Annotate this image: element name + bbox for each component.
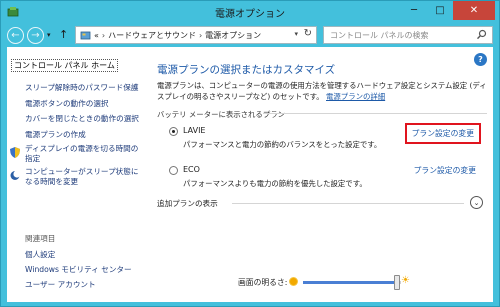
divider [232, 203, 464, 204]
moon-icon [10, 170, 20, 180]
sidebar-item-lid-close[interactable]: カバーを閉じたときの動作の選択 [25, 111, 143, 127]
plan-eco-radio[interactable] [169, 166, 178, 175]
plan-lavie-radio[interactable] [169, 127, 178, 136]
search-icon[interactable] [476, 29, 487, 40]
brightness-slider-fill [303, 281, 397, 284]
window-controls: ─ □ ✕ [401, 1, 495, 21]
sidebar-links: スリープ解除時のパスワード保護 電源ボタンの動作の選択 カバーを閉じたときの動作… [10, 80, 143, 190]
battery-meter-plans-heading: バッテリ メーターに表示されるプラン [157, 110, 285, 119]
minimize-button[interactable]: ─ [401, 1, 427, 20]
plan-lavie-name[interactable]: LAVIE [183, 126, 206, 135]
plan-eco-change-settings-link[interactable]: プラン設定の変更 [409, 162, 481, 179]
address-bar[interactable]: « › ハードウェアとサウンド › 電源オプション ▾ ↻ [75, 26, 317, 44]
address-separator: › [198, 30, 203, 40]
main-pane: ? 電源プランの選択またはカスタマイズ 電源プランは、コンピューターの電源の使用… [147, 47, 493, 302]
sun-small-icon [290, 278, 297, 285]
help-button[interactable]: ? [474, 53, 487, 66]
back-button[interactable]: ← [7, 27, 24, 44]
plan-eco-name[interactable]: ECO [183, 165, 200, 174]
see-also-links: 個人設定 Windows モビリティ センター ユーザー アカウント [25, 247, 145, 292]
control-panel-icon [80, 31, 91, 39]
see-also-user-accounts[interactable]: ユーザー アカウント [25, 277, 145, 292]
refresh-icon[interactable]: ↻ [304, 28, 312, 39]
plan-lavie-change-settings-link[interactable]: プラン設定の変更 [404, 123, 481, 144]
see-also-personalization[interactable]: 個人設定 [25, 247, 145, 262]
maximize-button[interactable]: □ [427, 1, 453, 20]
content-area: コントロール パネル ホーム スリープ解除時のパスワード保護 電源ボタンの動作の… [7, 47, 493, 302]
power-plan-details-link[interactable]: 電源プランの詳細 [326, 92, 385, 101]
sun-large-icon: ☀ [401, 275, 410, 286]
address-dropdown-icon[interactable]: ▾ [294, 30, 298, 38]
chevron-down-icon[interactable]: ⌄ [470, 196, 483, 209]
close-button[interactable]: ✕ [453, 1, 495, 20]
description-text: 電源プランは、コンピューターの電源の使用方法を管理するハードウェア設定とシステム… [157, 81, 487, 101]
plan-eco-description: パフォーマンスよりも電力の節約を優先した設定です。 [183, 179, 367, 188]
see-also-heading: 関連項目 [25, 234, 56, 243]
control-panel-home-link[interactable]: コントロール パネル ホーム [11, 59, 118, 72]
brightness-slider[interactable] [303, 275, 401, 290]
sidebar-item-create-plan[interactable]: 電源プランの作成 [25, 127, 143, 143]
sidebar-item-display-off[interactable]: ディスプレイの電源を切る時間の指定 [25, 144, 143, 164]
plan-lavie-description: パフォーマンスと電力の節約のバランスをとった設定です。 [183, 140, 382, 149]
sidebar: コントロール パネル ホーム スリープ解除時のパスワード保護 電源ボタンの動作の… [7, 47, 147, 302]
show-additional-plans-label[interactable]: 追加プランの表示 [157, 198, 218, 209]
breadcrumb-hardware-sound[interactable]: ハードウェアとサウンド [108, 30, 196, 41]
sidebar-item-power-button[interactable]: 電源ボタンの動作の選択 [25, 96, 143, 112]
power-options-window: 電源オプション ─ □ ✕ ← → ▾ ↑ « › ハードウェアとサウンド › … [0, 0, 500, 307]
recent-locations-dropdown[interactable]: ▾ [47, 31, 51, 39]
sidebar-item-password-on-wakeup[interactable]: スリープ解除時のパスワード保護 [25, 80, 143, 96]
sidebar-item-sleep-time[interactable]: コンピューターがスリープ状態になる時間を変更 [25, 167, 143, 187]
sidebar-item-display-off-row: ディスプレイの電源を切る時間の指定 [10, 144, 143, 164]
search-placeholder: コントロール パネルの検索 [330, 30, 429, 40]
address-prefix: « [94, 30, 99, 40]
title-bar: 電源オプション ─ □ ✕ [1, 1, 499, 23]
up-button[interactable]: ↑ [59, 28, 68, 41]
forward-button[interactable]: → [27, 27, 44, 44]
search-input[interactable]: コントロール パネルの検索 [323, 26, 493, 44]
shield-icon [10, 147, 20, 158]
see-also-mobility-center[interactable]: Windows モビリティ センター [25, 262, 145, 277]
divider [263, 113, 487, 114]
breadcrumb-power-options[interactable]: 電源オプション [205, 30, 261, 41]
address-toolbar: ← → ▾ ↑ « › ハードウェアとサウンド › 電源オプション ▾ ↻ コン… [1, 23, 499, 47]
page-title: 電源プランの選択またはカスタマイズ [157, 64, 336, 76]
page-description: 電源プランは、コンピューターの電源の使用方法を管理するハードウェア設定とシステム… [157, 80, 487, 102]
brightness-slider-thumb[interactable] [394, 275, 400, 290]
address-separator: › [101, 30, 106, 40]
sidebar-item-sleep-time-row: コンピューターがスリープ状態になる時間を変更 [10, 167, 143, 187]
brightness-label: 画面の明るさ: [238, 278, 288, 287]
brightness-control: 画面の明るさ: ☀ [147, 273, 493, 293]
